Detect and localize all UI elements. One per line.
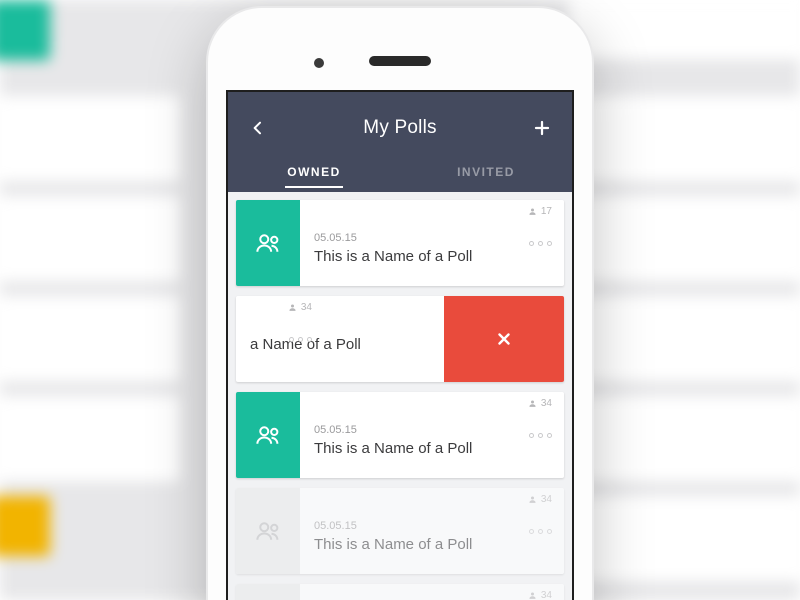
participant-count-value: 34 bbox=[541, 398, 552, 409]
participant-count: 34 bbox=[288, 302, 312, 313]
poll-type-icon-box bbox=[236, 584, 300, 600]
poll-type-icon-box bbox=[236, 392, 300, 478]
plus-icon bbox=[533, 119, 551, 137]
participant-count: 34 bbox=[528, 494, 552, 505]
participant-count: 34 bbox=[528, 398, 552, 409]
people-icon bbox=[253, 516, 283, 546]
poll-card-swiped[interactable]: 34 a Name of a Poll bbox=[236, 296, 564, 382]
poll-type-icon-box bbox=[236, 200, 300, 286]
people-icon bbox=[253, 420, 283, 450]
poll-title: This is a Name of a Poll bbox=[314, 440, 550, 457]
tab-owned[interactable]: OWNED bbox=[228, 152, 400, 192]
person-icon bbox=[528, 399, 537, 408]
poll-date: 05.05.15 bbox=[314, 520, 550, 532]
tab-invited[interactable]: INVITED bbox=[400, 152, 572, 192]
poll-card[interactable]: 17 05.05.15 This is a Name of a Poll bbox=[236, 200, 564, 286]
participant-count-value: 34 bbox=[541, 494, 552, 505]
participant-count: 17 bbox=[528, 206, 552, 217]
more-button[interactable] bbox=[529, 433, 552, 438]
people-icon bbox=[253, 228, 283, 258]
person-icon bbox=[528, 591, 537, 600]
phone-speaker bbox=[369, 56, 431, 66]
poll-card[interactable]: 34 05.05.15 This is a Name of a Poll bbox=[236, 488, 564, 574]
delete-button[interactable] bbox=[444, 296, 564, 382]
more-button[interactable] bbox=[529, 529, 552, 534]
person-icon bbox=[528, 495, 537, 504]
participant-count-value: 34 bbox=[541, 590, 552, 600]
poll-title: This is a Name of a Poll bbox=[314, 536, 550, 553]
phone-sensor bbox=[314, 58, 324, 68]
poll-list: 17 05.05.15 This is a Name of a Poll 34 … bbox=[228, 192, 572, 600]
poll-title: a Name of a Poll bbox=[250, 336, 430, 353]
poll-date: 05.05.15 bbox=[314, 424, 550, 436]
participant-count-value: 34 bbox=[301, 302, 312, 313]
add-poll-button[interactable] bbox=[528, 114, 556, 142]
more-button[interactable] bbox=[289, 337, 312, 342]
phone-frame: My Polls OWNED INVITED 17 bbox=[208, 8, 592, 600]
poll-date: 05.05.15 bbox=[314, 232, 550, 244]
participant-count: 34 bbox=[528, 590, 552, 600]
poll-card[interactable]: 34 05.05.15 This is a Name of a Poll bbox=[236, 392, 564, 478]
chevron-left-icon bbox=[250, 120, 266, 136]
close-icon bbox=[495, 330, 513, 348]
poll-type-icon-box bbox=[236, 488, 300, 574]
person-icon bbox=[288, 303, 297, 312]
phone-screen: My Polls OWNED INVITED 17 bbox=[228, 92, 572, 600]
poll-card[interactable]: 34 05.05.15 This is a Name of a Poll bbox=[236, 584, 564, 600]
more-button[interactable] bbox=[529, 241, 552, 246]
poll-title: This is a Name of a Poll bbox=[314, 248, 550, 265]
back-button[interactable] bbox=[244, 114, 272, 142]
page-title: My Polls bbox=[272, 117, 528, 139]
tabs: OWNED INVITED bbox=[228, 152, 572, 192]
participant-count-value: 17 bbox=[541, 206, 552, 217]
app-header: My Polls OWNED INVITED bbox=[228, 92, 572, 192]
person-icon bbox=[528, 207, 537, 216]
